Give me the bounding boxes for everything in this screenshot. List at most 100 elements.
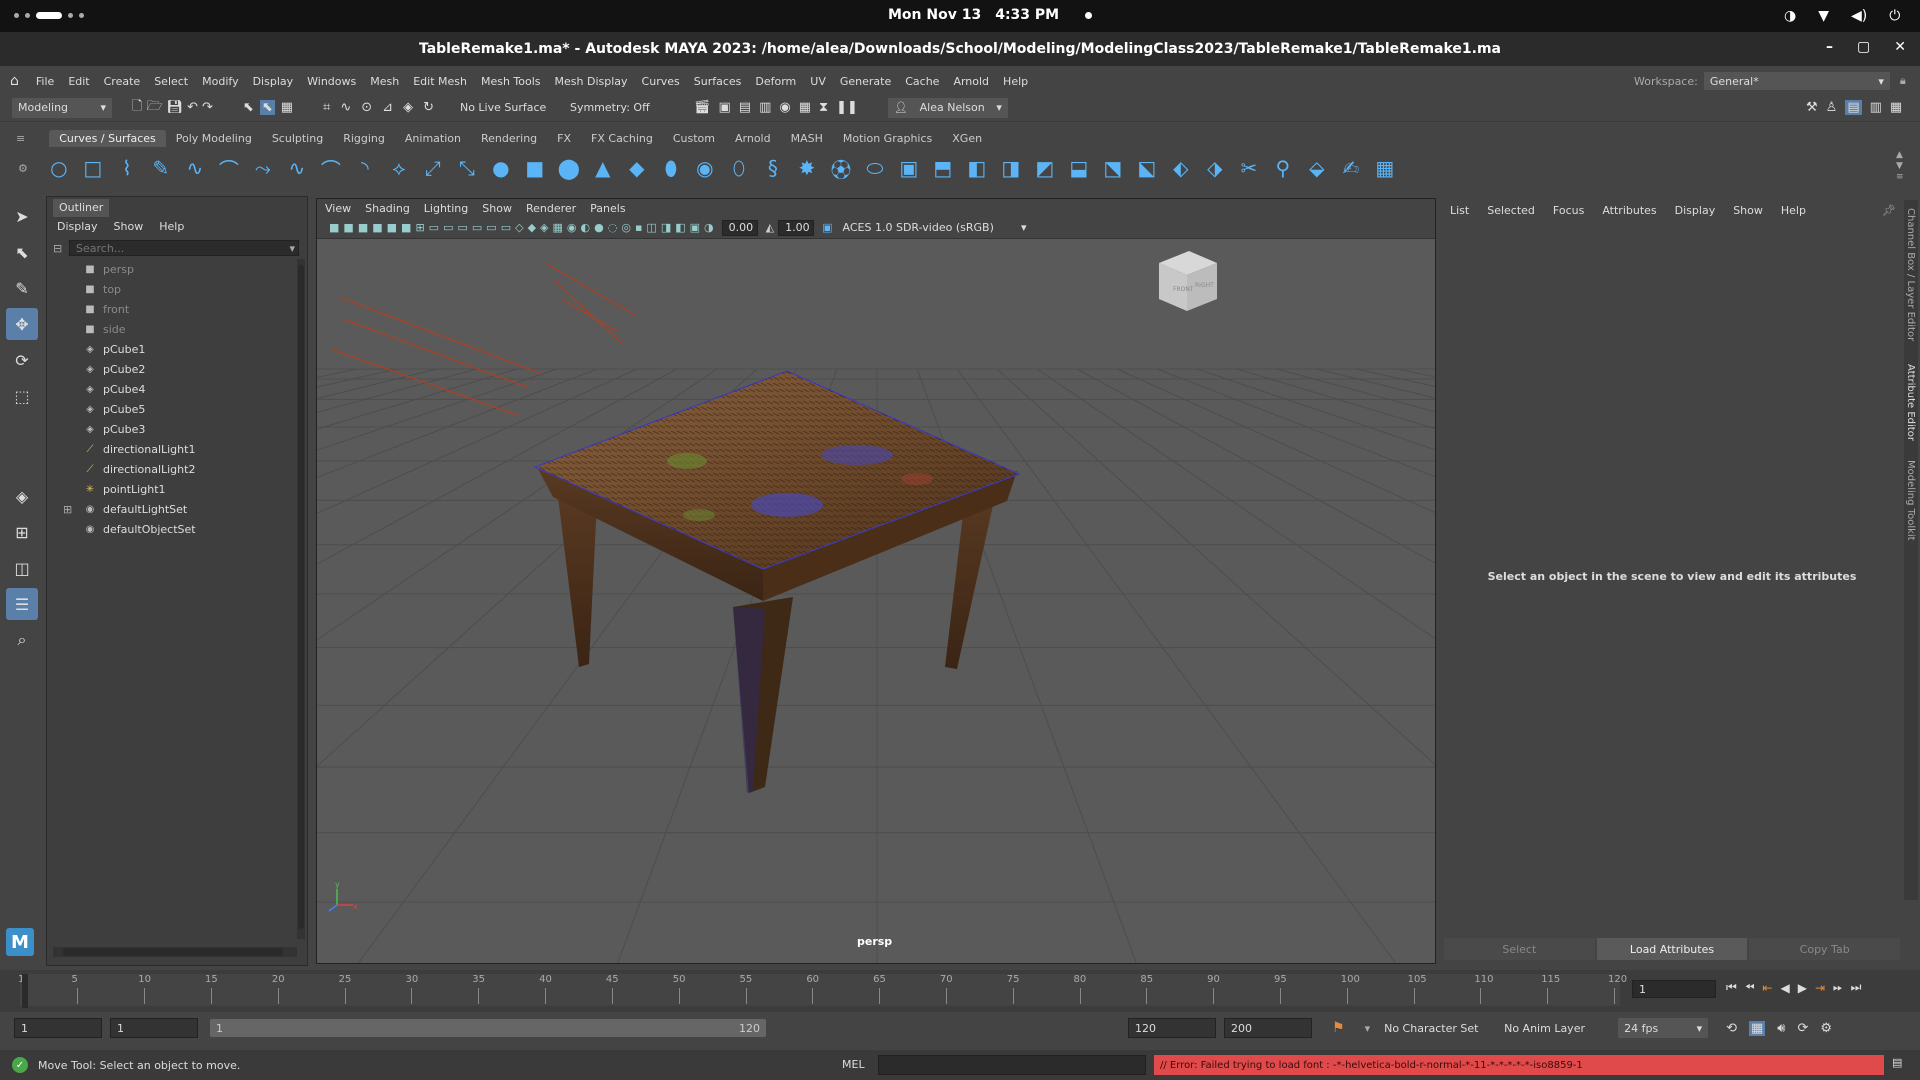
shelf-tab-poly-modeling[interactable]: Poly Modeling <box>166 130 262 147</box>
image-plane-icon[interactable]: ■ <box>372 221 382 234</box>
activities-icon[interactable] <box>14 12 84 19</box>
outliner-item[interactable]: ⟋ directionalLight2 <box>47 459 293 479</box>
shelf-tab-fx-caching[interactable]: FX Caching <box>581 130 663 147</box>
move-tool-icon[interactable]: ✥ <box>6 308 38 340</box>
use-lights-icon[interactable]: ◉ <box>567 221 577 234</box>
textured-icon[interactable]: ▦ <box>553 221 563 234</box>
outliner-item[interactable]: ◈ pCube1 <box>47 339 293 359</box>
menu-uv[interactable]: UV <box>803 75 833 88</box>
menu-edit-mesh[interactable]: Edit Mesh <box>406 75 474 88</box>
render-frame-icon[interactable]: ▣ <box>718 100 730 115</box>
target-weld-icon[interactable]: ⚲ <box>1268 153 1298 183</box>
curve-icon[interactable]: ⌇ <box>112 153 142 183</box>
attr-menu-focus[interactable]: Focus <box>1553 204 1584 217</box>
square-nurbs-icon[interactable]: ◨ <box>996 153 1026 183</box>
shelf-tab-arnold[interactable]: Arnold <box>725 130 781 147</box>
plane-nurbs-icon[interactable]: ◧ <box>962 153 992 183</box>
outliner-hscrollbar[interactable] <box>53 947 297 957</box>
lock-icon[interactable]: 🔒︎ <box>1900 74 1906 88</box>
viewport-menu-view[interactable]: View <box>325 202 351 215</box>
soccer-icon[interactable]: ⚽︎ <box>826 153 856 183</box>
xray-icon[interactable]: ◨ <box>661 221 671 234</box>
pause-icon[interactable]: ❚❚ <box>836 100 858 115</box>
bridge-icon[interactable]: ⬔ <box>1098 153 1128 183</box>
view-cube[interactable]: FRONT RIGHT <box>1159 251 1217 311</box>
bevel2-icon[interactable]: ⬙ <box>1302 153 1332 183</box>
symmetry-dropdown[interactable]: Symmetry: Off <box>563 97 664 118</box>
maximize-icon[interactable]: ▢ <box>1857 39 1870 55</box>
menu-create[interactable]: Create <box>97 75 148 88</box>
outliner-item[interactable]: ◈ pCube5 <box>47 399 293 419</box>
gamma-field[interactable]: 1.00 <box>778 219 815 236</box>
menu-deform[interactable]: Deform <box>748 75 803 88</box>
shelf-tab-xgen[interactable]: XGen <box>942 130 992 147</box>
table-model[interactable] <box>533 370 1021 793</box>
sphere-icon[interactable]: ● <box>486 153 516 183</box>
cylinder-icon[interactable]: ⬤ <box>554 153 584 183</box>
snap-point-icon[interactable]: ⊙ <box>361 100 372 115</box>
time-slider[interactable]: 1510152025303540455055606570758085909510… <box>0 970 1920 1012</box>
four-view-icon[interactable]: ⊞ <box>6 516 38 548</box>
snap-curve-icon[interactable]: ∿ <box>340 100 351 115</box>
step-back-frame-icon[interactable]: ⇤ <box>1762 981 1772 995</box>
chevron-down-icon[interactable]: ▾ <box>1365 1022 1371 1035</box>
menu-windows[interactable]: Windows <box>300 75 363 88</box>
outliner-item[interactable]: ■ front <box>47 299 293 319</box>
viewport-menu-show[interactable]: Show <box>482 202 512 215</box>
mode-dropdown[interactable]: Modeling ▾ <box>12 97 112 118</box>
curve-tool-icon[interactable]: ⤳ <box>248 153 278 183</box>
color-space-dropdown[interactable]: ACES 1.0 SDR-video (sRGB) ▾ <box>836 219 1033 236</box>
arc-icon[interactable]: ⌒ <box>214 153 244 183</box>
redo-icon[interactable]: ↷ <box>202 100 213 115</box>
insert-loop-icon[interactable]: ⬗ <box>1200 153 1230 183</box>
wireframe-on-shaded-icon[interactable]: ◈ <box>540 221 548 234</box>
shelf-tab-rendering[interactable]: Rendering <box>471 130 547 147</box>
motion-blur-icon[interactable]: ◌ <box>608 221 618 234</box>
playback-end-field[interactable]: 120 <box>1128 1018 1216 1038</box>
tool-settings-icon[interactable]: ▥ <box>1870 100 1882 115</box>
planar-icon[interactable]: ⤢ <box>418 153 448 183</box>
outliner-menu-display[interactable]: Display <box>57 220 98 233</box>
menu-mesh-display[interactable]: Mesh Display <box>548 75 635 88</box>
snap-rotate-icon[interactable]: ↻ <box>423 100 434 115</box>
maya-logo-icon[interactable]: M <box>6 928 34 956</box>
power-icon[interactable]: ⏻ <box>1889 8 1900 24</box>
go-to-end-icon[interactable]: ⏭ <box>1851 980 1862 995</box>
menu-arnold[interactable]: Arnold <box>946 75 996 88</box>
field-chart-icon[interactable]: ▭ <box>472 221 482 234</box>
new-scene-icon[interactable]: 🗋 <box>132 97 142 119</box>
cylinder-nurbs-icon[interactable]: ⬒ <box>928 153 958 183</box>
command-line-input[interactable] <box>878 1055 1146 1075</box>
shelf-tab-sculpting[interactable]: Sculpting <box>262 130 333 147</box>
select-hierarchy-icon[interactable]: ⬉ <box>243 100 254 115</box>
expand-icon[interactable]: ⊞ <box>63 503 72 516</box>
grease-pencil-icon[interactable]: ■ <box>387 221 397 234</box>
outliner-item[interactable]: ◈ pCube4 <box>47 379 293 399</box>
attr-menu-attributes[interactable]: Attributes <box>1602 204 1656 217</box>
snap-view-icon[interactable]: ⊿ <box>382 100 393 115</box>
attribute-editor-toggle-icon[interactable]: ▤ <box>1845 100 1862 115</box>
viewport-menu-renderer[interactable]: Renderer <box>526 202 576 215</box>
select-tool-icon[interactable]: ➤ <box>6 200 38 232</box>
shelf-scroll[interactable]: ▲ ▼ ≡ <box>1896 150 1904 183</box>
outliner-layout-icon[interactable]: ☰ <box>6 588 38 620</box>
select-component-icon[interactable]: ▦ <box>281 100 293 115</box>
scale-tool-icon[interactable]: ⬚ <box>6 380 38 412</box>
live-surface-field[interactable]: No Live Surface <box>453 97 554 118</box>
pipe-icon[interactable]: ⬯ <box>724 153 754 183</box>
attr-menu-selected[interactable]: Selected <box>1487 204 1535 217</box>
ipr-render-icon[interactable]: ▤ <box>739 100 751 115</box>
animation-start-field[interactable]: 1 <box>14 1018 102 1038</box>
outliner-item[interactable]: ⊞ ◉ defaultLightSet <box>47 499 293 519</box>
gate-mask-icon[interactable]: ▭ <box>457 221 467 234</box>
wireframe-icon[interactable]: ◇ <box>515 221 523 234</box>
viewport-menu-panels[interactable]: Panels <box>590 202 625 215</box>
bezier-icon[interactable]: ∿ <box>180 153 210 183</box>
curve-edit-icon[interactable]: ◩ <box>1030 153 1060 183</box>
shelf-tab-custom[interactable]: Custom <box>663 130 725 147</box>
helix-icon[interactable]: § <box>758 153 788 183</box>
two-view-icon[interactable]: ◫ <box>6 552 38 584</box>
undo-icon[interactable]: ↶ <box>187 100 198 115</box>
outliner-menu-help[interactable]: Help <box>159 220 184 233</box>
safe-action-icon[interactable]: ▭ <box>486 221 496 234</box>
